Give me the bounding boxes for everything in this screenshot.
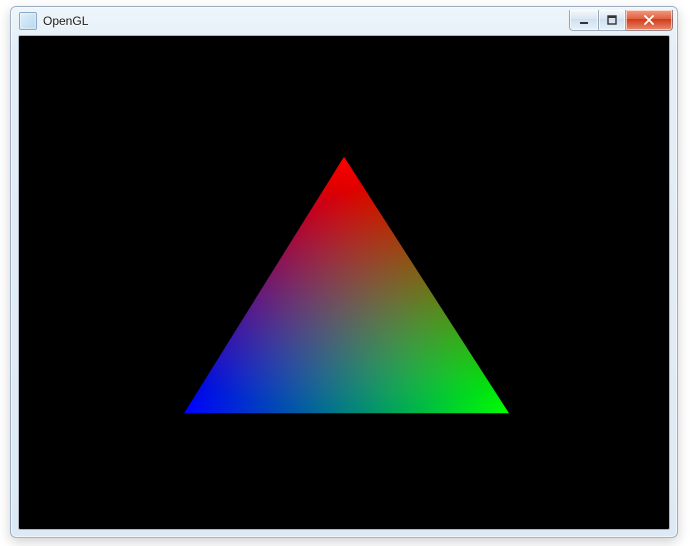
maximize-icon — [607, 15, 617, 25]
close-icon — [643, 15, 655, 25]
application-window: OpenGL — [10, 6, 678, 538]
minimize-button[interactable] — [569, 10, 599, 31]
minimize-icon — [579, 15, 589, 25]
opengl-viewport — [19, 36, 669, 529]
opengl-app-icon — [19, 12, 37, 30]
client-area — [18, 35, 670, 530]
rgb-triangle — [19, 36, 669, 529]
title-bar[interactable]: OpenGL — [11, 7, 677, 35]
window-title: OpenGL — [43, 14, 88, 28]
close-button[interactable] — [626, 10, 673, 31]
maximize-button[interactable] — [599, 10, 626, 31]
window-controls — [569, 10, 673, 31]
